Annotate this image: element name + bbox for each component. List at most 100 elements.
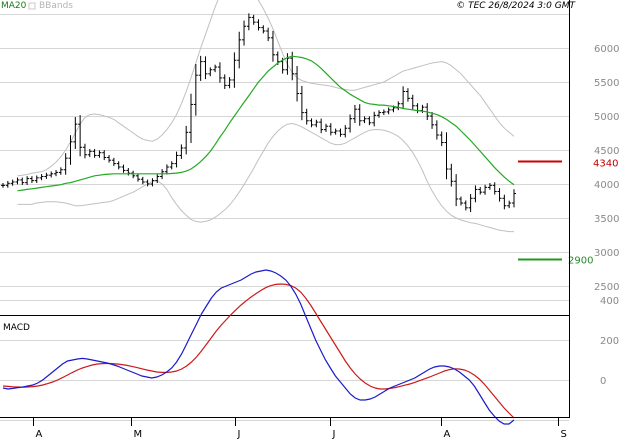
price-bar xyxy=(372,111,377,127)
price-bar xyxy=(507,200,512,209)
price-bar xyxy=(444,132,449,180)
price-bar xyxy=(198,55,203,81)
price-bar xyxy=(352,104,357,124)
price-bar xyxy=(34,175,39,183)
price-bar xyxy=(338,128,343,137)
price-tick-label: 6000 xyxy=(594,44,619,55)
price-bar xyxy=(323,123,328,132)
price-bar xyxy=(405,88,410,102)
macd-axis: 0 200 400 xyxy=(600,296,619,387)
price-bar xyxy=(25,176,30,186)
time-axis: AMJJAS xyxy=(33,418,567,440)
price-bar xyxy=(299,85,304,121)
price-tick-label: 5000 xyxy=(594,112,619,123)
price-tick-label: 4000 xyxy=(594,180,619,191)
month-label: A xyxy=(36,429,43,440)
macd-title: MACD xyxy=(3,323,30,333)
price-bar xyxy=(217,62,222,83)
price-bar xyxy=(396,101,401,111)
price-tick-label: 2500 xyxy=(594,282,619,293)
price-bar xyxy=(357,104,362,126)
price-bar xyxy=(82,143,87,159)
price-tick-label: 3500 xyxy=(594,214,619,225)
price-bar xyxy=(430,111,435,129)
price-bar xyxy=(174,151,179,168)
price-bar xyxy=(208,67,213,77)
price-bar xyxy=(242,20,247,46)
price-bar xyxy=(458,196,463,206)
price-bar xyxy=(367,116,372,126)
price-bar xyxy=(54,170,59,177)
price-bar xyxy=(49,171,54,178)
macd-signal-line xyxy=(2,283,515,419)
price-bar xyxy=(179,144,184,160)
macd-tick-label: 400 xyxy=(600,296,619,307)
legend-bbands: BBands xyxy=(39,1,73,11)
price-bar xyxy=(478,187,483,195)
price-bar xyxy=(203,56,208,80)
bollinger-upper-line xyxy=(17,0,515,177)
price-bar xyxy=(256,19,261,31)
price-bar xyxy=(309,118,314,128)
price-bar xyxy=(251,14,256,25)
price-bar xyxy=(314,119,319,128)
price-tick-label: 4500 xyxy=(594,146,619,157)
price-bar xyxy=(97,150,102,158)
price-bar xyxy=(1,182,5,188)
price-bar xyxy=(131,170,136,179)
price-bar xyxy=(328,123,333,136)
price-bar xyxy=(44,172,49,179)
price-tick-label: 5500 xyxy=(594,78,619,89)
bollinger-lower-line xyxy=(17,122,514,233)
month-label: M xyxy=(134,429,143,440)
macd-line xyxy=(2,269,515,425)
price-bar xyxy=(381,109,386,115)
price-bar xyxy=(434,120,439,140)
price-bar xyxy=(116,161,121,170)
price-bar xyxy=(386,107,391,115)
price-bar xyxy=(401,86,406,109)
price-bar xyxy=(483,184,488,195)
macd-tick-label: 0 xyxy=(600,376,606,387)
price-bar xyxy=(285,53,290,75)
price-bar xyxy=(73,117,78,149)
price-bar xyxy=(512,189,516,208)
price-bar xyxy=(29,176,34,183)
price-bar xyxy=(468,193,473,213)
price-bar xyxy=(20,177,25,186)
macd-grid xyxy=(0,300,569,421)
legend-ma20: MA20 xyxy=(1,1,27,11)
price-bar xyxy=(111,157,116,166)
month-label: J xyxy=(237,429,241,440)
ma20-line xyxy=(17,55,515,192)
price-bar xyxy=(58,167,63,175)
price-bar xyxy=(454,174,459,207)
price-bar xyxy=(107,155,112,163)
price-bar xyxy=(502,194,507,210)
price-bar xyxy=(319,118,324,134)
price-bar xyxy=(140,176,145,185)
price-bar xyxy=(102,150,107,161)
price-bar xyxy=(449,163,454,187)
month-label: S xyxy=(561,429,567,440)
price-bar xyxy=(213,64,218,73)
support-level-label: 2900 xyxy=(568,256,593,267)
price-bar xyxy=(164,164,169,175)
price-bar xyxy=(410,94,415,110)
price-bar xyxy=(193,64,198,116)
price-bar xyxy=(497,188,502,202)
price-bar xyxy=(189,93,194,144)
price-bar xyxy=(15,177,20,185)
month-label: J xyxy=(332,429,336,440)
price-bar xyxy=(295,65,300,102)
price-bar xyxy=(63,153,68,175)
price-bar xyxy=(270,30,275,62)
price-bar xyxy=(135,173,140,182)
price-bar xyxy=(333,128,338,135)
price-bar xyxy=(246,13,251,31)
price-bar xyxy=(463,200,468,211)
price-bar xyxy=(439,131,444,147)
price-bar xyxy=(415,103,420,114)
price-bar xyxy=(348,114,353,133)
price-bar xyxy=(473,185,478,203)
